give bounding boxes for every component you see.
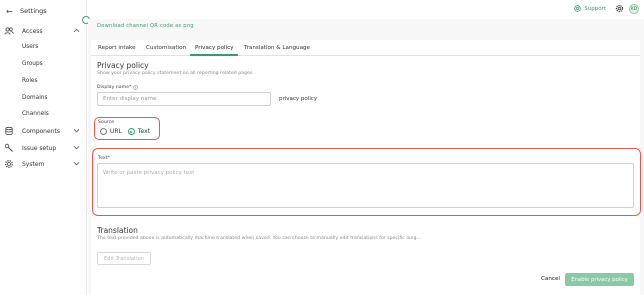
lifebuoy-icon xyxy=(574,5,581,12)
display-name-label: Display name* xyxy=(97,85,132,90)
sidebar-subitem-channels[interactable]: Channels xyxy=(22,111,49,117)
back-label: Settings xyxy=(20,7,47,15)
users-icon xyxy=(4,27,14,35)
support-label: Support xyxy=(584,5,606,12)
sidebar-subitem-roles[interactable]: Roles xyxy=(22,78,38,84)
display-name-label-row: Display name* xyxy=(97,85,139,90)
display-name-suffix: privacy policy xyxy=(279,96,318,102)
privacy-policy-subtitle: Show your privacy policy statement on al… xyxy=(97,71,254,76)
display-name-input[interactable]: Enter display name xyxy=(97,92,271,106)
sidebar-item-label: System xyxy=(22,161,45,168)
enable-privacy-policy-button[interactable]: Enable privacy policy xyxy=(565,273,634,286)
tab-translation-language[interactable]: Translation & Language xyxy=(244,45,310,51)
database-icon xyxy=(5,126,13,135)
translation-title: Translation xyxy=(97,226,138,235)
sidebar: ← Settings Access Users Groups Roles Dom… xyxy=(0,0,87,295)
sidebar-subitem-domains[interactable]: Domains xyxy=(22,95,48,101)
tab-privacy-policy[interactable]: Privacy policy xyxy=(195,45,234,51)
tab-bar: Report intake Customisation Privacy poli… xyxy=(91,41,640,56)
edit-translation-button[interactable]: Edit Translation xyxy=(97,252,151,265)
chevron-down-icon xyxy=(73,146,80,150)
sidebar-item-label: Issue setup xyxy=(22,145,57,152)
settings-gear-icon[interactable] xyxy=(615,4,624,13)
download-qr-link[interactable]: Download channel QR code as png xyxy=(97,23,194,29)
gear-icon xyxy=(5,160,13,168)
text-highlight-box xyxy=(92,148,641,216)
wrench-icon xyxy=(4,143,13,152)
tab-report-intake[interactable]: Report intake xyxy=(98,45,136,51)
translation-subtitle: The text provided above is automatically… xyxy=(97,236,421,241)
sidebar-item-access[interactable]: Access xyxy=(0,24,87,38)
sidebar-item-label: Access xyxy=(22,28,43,35)
cancel-button[interactable]: Cancel xyxy=(541,276,560,282)
sidebar-item-issue-setup[interactable]: Issue setup xyxy=(0,141,87,155)
back-to-settings[interactable]: ← Settings xyxy=(6,5,47,17)
source-highlight-box xyxy=(94,117,160,140)
chevron-up-icon xyxy=(73,28,80,33)
sidebar-item-label: Components xyxy=(22,128,60,135)
topbar: Support KD xyxy=(88,0,644,19)
chevron-down-icon xyxy=(73,129,80,133)
sidebar-subitem-groups[interactable]: Groups xyxy=(22,61,43,67)
avatar[interactable]: KD xyxy=(629,4,639,14)
privacy-policy-title: Privacy policy xyxy=(97,61,149,70)
back-arrow-icon: ← xyxy=(6,6,13,16)
active-tab-indicator xyxy=(190,54,238,56)
tab-customisation[interactable]: Customisation xyxy=(146,45,186,51)
sidebar-subitem-users[interactable]: Users xyxy=(22,44,38,50)
chevron-down-icon xyxy=(73,162,80,166)
info-icon xyxy=(133,85,139,90)
support-link[interactable]: Support xyxy=(574,5,606,12)
sidebar-item-system[interactable]: System xyxy=(0,157,87,171)
sidebar-item-components[interactable]: Components xyxy=(0,124,87,138)
